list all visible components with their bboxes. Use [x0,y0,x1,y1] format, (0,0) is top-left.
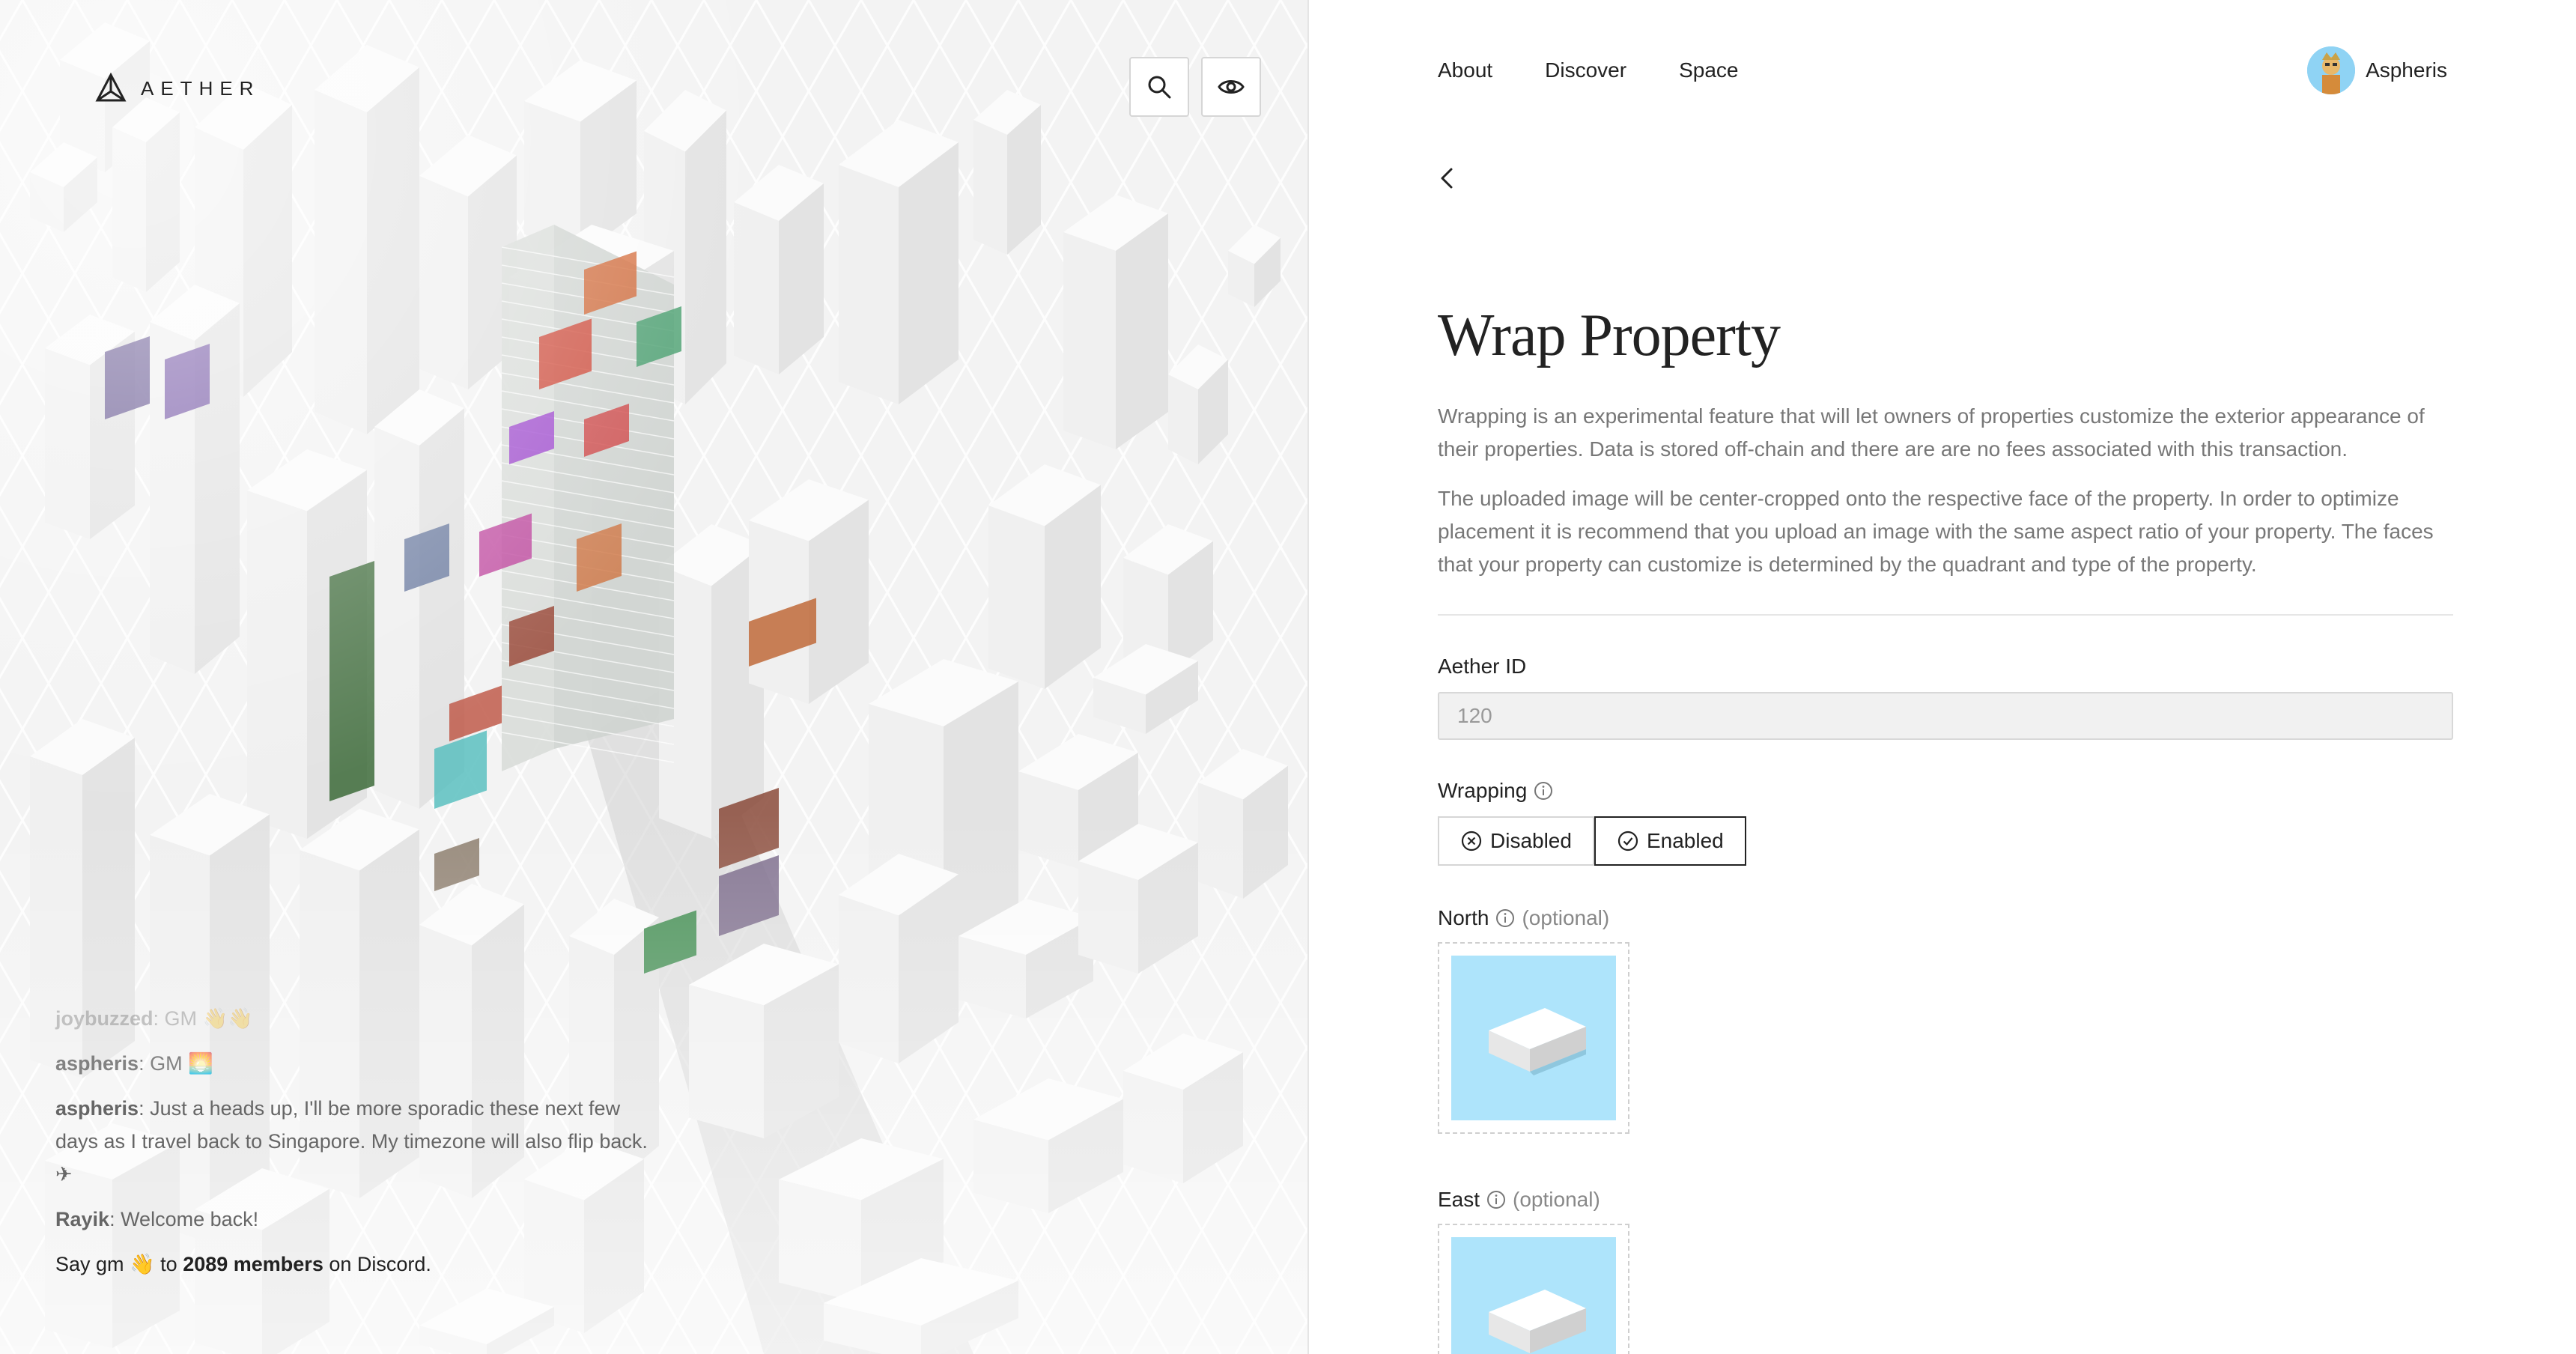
avatar-image [2307,46,2356,94]
chat-text: : GM 🌅 [139,1052,213,1075]
nav-about[interactable]: About [1438,58,1492,82]
back-button[interactable] [1432,163,1462,193]
chat-user[interactable]: aspheris [55,1097,139,1120]
info-icon[interactable] [1486,1189,1507,1210]
east-image-upload[interactable] [1438,1224,1629,1354]
wrapping-label-text: Wrapping [1438,779,1528,802]
city-map[interactable]: AETHER joybuzzed: GM 👋👋 aspheris: GM 🌅 a… [0,0,1309,1354]
top-nav: About Discover Space [1438,58,1739,82]
search-icon [1148,76,1171,99]
form-content: Wrap Property Wrapping is an experimenta… [1438,298,2453,1354]
discord-member-count[interactable]: 2089 members [183,1253,323,1275]
aether-logo-icon [95,72,127,102]
avatar [2307,46,2356,94]
chat-message: aspheris: GM 🌅 [55,1047,654,1080]
app-root: AETHER joybuzzed: GM 👋👋 aspheris: GM 🌅 a… [0,0,2576,1354]
page-title: Wrap Property [1438,303,1781,368]
discord-invite[interactable]: Say gm 👋 to 2089 members on Discord. [55,1248,654,1281]
chevron-left-icon [1441,168,1453,189]
page-description: Wrapping is an experimental feature that… [1438,404,2425,461]
building-block-icon [1489,1290,1586,1353]
info-icon[interactable] [1495,908,1516,929]
north-image-upload[interactable] [1438,942,1629,1134]
brand-name: AETHER [141,76,261,100]
wrapping-toggle: Disabled Enabled [1438,816,2453,866]
discord-suffix: on Discord. [329,1253,431,1275]
chat-message: joybuzzed: GM 👋👋 [55,1002,654,1035]
chat-text: : GM 👋👋 [153,1007,253,1030]
chat-user[interactable]: joybuzzed [55,1007,154,1030]
chat-user[interactable]: Rayik [55,1208,109,1230]
optional-tag: (optional) [1513,1188,1600,1211]
optional-tag: (optional) [1522,906,1610,929]
search-button[interactable] [1129,57,1189,117]
discord-prefix: Say gm 👋 to [55,1253,177,1275]
wrapping-label: Wrapping [1438,779,2453,803]
chat-text: : Welcome back! [109,1208,259,1230]
north-label-text: North [1438,906,1489,929]
divider [1438,614,2453,616]
aether-id-label-text: Aether ID [1438,655,1527,678]
chat-text: : Just a heads up, I'll be more sporadic… [55,1097,648,1185]
check-circle-icon [1617,831,1638,851]
aether-id-input[interactable] [1438,692,2453,740]
user-name: Aspheris [2366,58,2447,82]
chat-user[interactable]: aspheris [55,1052,139,1075]
wrap-property-panel: About Discover Space Aspheris Wrap Prope… [1310,0,2576,1354]
wrapping-enabled-label: Enabled [1646,829,1724,852]
x-circle-icon [1461,831,1482,851]
page-description-crop: The uploaded image will be center-croppe… [1438,487,2434,576]
chat-message: aspheris: Just a heads up, I'll be more … [55,1092,654,1191]
upload-preview [1451,1237,1616,1354]
aether-id-label: Aether ID [1438,655,2453,678]
info-icon[interactable] [1533,780,1554,801]
brand-logo[interactable]: AETHER [94,72,260,105]
view-toggle-button[interactable] [1201,57,1261,117]
eye-icon [1218,80,1245,94]
chat-feed: joybuzzed: GM 👋👋 aspheris: GM 🌅 aspheris… [55,1002,654,1281]
nav-space[interactable]: Space [1679,58,1738,82]
east-label-text: East [1438,1188,1480,1211]
wrapping-enabled-button[interactable]: Enabled [1594,816,1746,866]
nav-discover[interactable]: Discover [1545,58,1626,82]
user-menu[interactable]: Aspheris [2307,46,2447,94]
building-block-icon [1489,1008,1586,1075]
wrapping-disabled-button[interactable]: Disabled [1438,816,1594,866]
chat-message: Rayik: Welcome back! [55,1203,654,1236]
upload-preview [1451,956,1616,1120]
north-label: North (optional) [1438,906,2453,930]
east-label: East (optional) [1438,1188,2453,1212]
wrapping-disabled-label: Disabled [1490,829,1572,852]
